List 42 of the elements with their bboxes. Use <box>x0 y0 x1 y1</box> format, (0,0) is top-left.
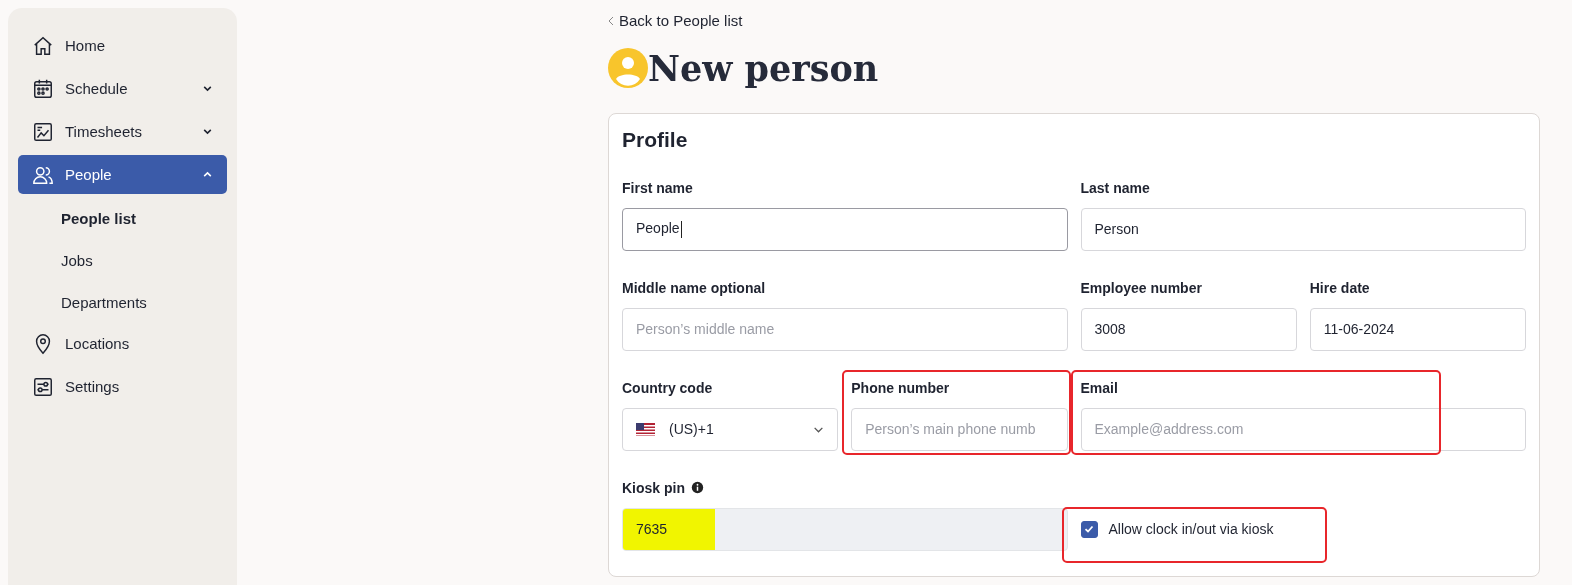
chevron-left-icon <box>608 15 614 26</box>
field-label: Last name <box>1080 179 1150 196</box>
country-code-select[interactable]: (US)+1 <box>622 407 839 451</box>
nav-item[interactable]: Home <box>18 26 227 65</box>
nav-label: Home <box>65 37 106 54</box>
checkmark-icon <box>1083 523 1095 535</box>
nav-item[interactable]: Timesheets <box>18 112 227 151</box>
nav-label: People <box>65 166 113 183</box>
settings-icon <box>32 375 54 398</box>
nav-label: Locations <box>65 335 131 352</box>
field-label: First name <box>622 179 693 196</box>
input-field[interactable]: 3008 <box>1080 307 1297 351</box>
home-icon <box>32 34 54 57</box>
nav-item[interactable]: People <box>18 155 227 194</box>
field-label: Kiosk pin <box>622 479 685 496</box>
field-label: Middle name optional <box>622 279 766 296</box>
nav-label: Timesheets <box>65 123 143 140</box>
input-field[interactable]: People <box>622 207 1068 251</box>
nav-item[interactable]: Locations <box>18 324 227 363</box>
nav-subitem[interactable]: People list <box>18 198 227 240</box>
nav-label: Schedule <box>65 80 129 97</box>
field-label: Hire date <box>1309 279 1370 296</box>
nav-subitem[interactable]: Departments <box>18 282 227 324</box>
back-link[interactable]: Back to People list <box>608 12 743 29</box>
field-label: Email <box>1080 379 1118 396</box>
chart-icon <box>32 120 54 143</box>
field-label: Employee number <box>1080 279 1202 296</box>
calendar-icon <box>32 77 54 100</box>
page-title: New person <box>648 47 879 89</box>
checkbox[interactable] <box>1080 520 1098 538</box>
nav-item[interactable]: Settings <box>18 367 227 406</box>
input-field[interactable]: Person <box>1080 207 1526 251</box>
nav-item[interactable]: Schedule <box>18 69 227 108</box>
field-label: Country code <box>622 379 713 396</box>
input-field[interactable]: 11-06-2024 <box>1309 307 1526 351</box>
nav-subitem[interactable]: Jobs <box>18 240 227 282</box>
section-title: Profile <box>622 127 689 152</box>
field-label: Phone number <box>851 379 950 396</box>
checkbox-label: Allow clock in/out via kiosk <box>1108 521 1274 537</box>
nav-label: Settings <box>65 378 121 395</box>
flag-icon <box>636 422 655 436</box>
avatar-icon <box>608 48 648 88</box>
